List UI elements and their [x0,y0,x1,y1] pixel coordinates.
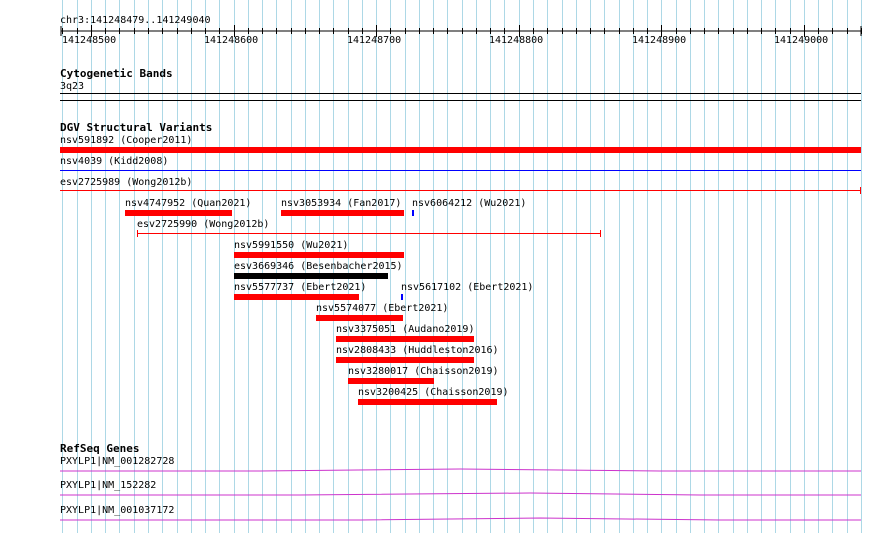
variant-bar[interactable] [316,315,403,321]
variant-bar[interactable] [125,210,232,216]
gene-model[interactable] [60,490,861,498]
variant-bar[interactable] [348,378,434,384]
variant-label[interactable]: nsv4747952 (Quan2021) [125,198,251,209]
variant-endcap [600,230,601,237]
variant-bar[interactable] [336,357,474,363]
ruler-tick-label: 141249000 [774,35,829,46]
ruler-tick-label: 141248800 [489,35,544,46]
variant-label[interactable]: nsv2808433 (Huddleston2016) [336,345,499,356]
variant-label[interactable]: nsv5617102 (Ebert2021) [401,282,533,293]
variant-endcap [137,230,138,237]
variant-label[interactable]: nsv4039 (Kidd2008) [60,156,168,167]
variant-label[interactable]: esv3669346 (Besenbacher2015) [234,261,403,272]
variant-bar[interactable] [60,147,861,153]
cytoband-track-title: Cytogenetic Bands [60,67,173,80]
track-divider [60,100,861,101]
variant-endcap [860,187,861,194]
ruler-tick-label: 141248700 [347,35,402,46]
variant-label[interactable]: nsv3053934 (Fan2017) [281,198,401,209]
variant-label[interactable]: esv2725989 (Wong2012b) [60,177,192,188]
variant-label[interactable]: nsv5574077 (Ebert2021) [316,303,448,314]
variant-label[interactable]: nsv5577737 (Ebert2021) [234,282,366,293]
variant-line[interactable] [137,233,601,234]
variant-tick[interactable] [401,294,403,300]
ruler-tick-label: 141248500 [62,35,117,46]
variant-label[interactable]: esv2725990 (Wong2012b) [137,219,269,230]
variant-line[interactable] [60,190,861,191]
variant-label[interactable]: nsv3280017 (Chaisson2019) [348,366,499,377]
ruler-tick-label: 141248900 [632,35,687,46]
cytoband-band[interactable] [60,93,861,94]
variant-label[interactable]: nsv6064212 (Wu2021) [412,198,526,209]
variant-label[interactable]: nsv591892 (Cooper2011) [60,135,192,146]
gene-model[interactable] [60,515,861,523]
variant-bar[interactable] [358,399,497,405]
refseq-track-title: RefSeq Genes [60,442,140,455]
variant-label[interactable]: nsv3375051 (Audano2019) [336,324,474,335]
variant-bar[interactable] [281,210,404,216]
ruler-tick-label: 141248600 [204,35,259,46]
variant-label[interactable]: nsv3200425 (Chaisson2019) [358,387,509,398]
variant-bar[interactable] [336,336,474,342]
variant-label[interactable]: nsv5991550 (Wu2021) [234,240,348,251]
variant-bar[interactable] [234,294,359,300]
dgv-track-title: DGV Structural Variants [60,121,213,134]
cytoband-label: 3q23 [60,81,85,92]
variant-bar[interactable] [234,273,388,279]
ruler-scale[interactable] [0,0,890,50]
gene-model[interactable] [60,466,861,474]
variant-line[interactable] [60,170,861,171]
variant-bar[interactable] [234,252,404,258]
variant-tick[interactable] [412,210,414,216]
